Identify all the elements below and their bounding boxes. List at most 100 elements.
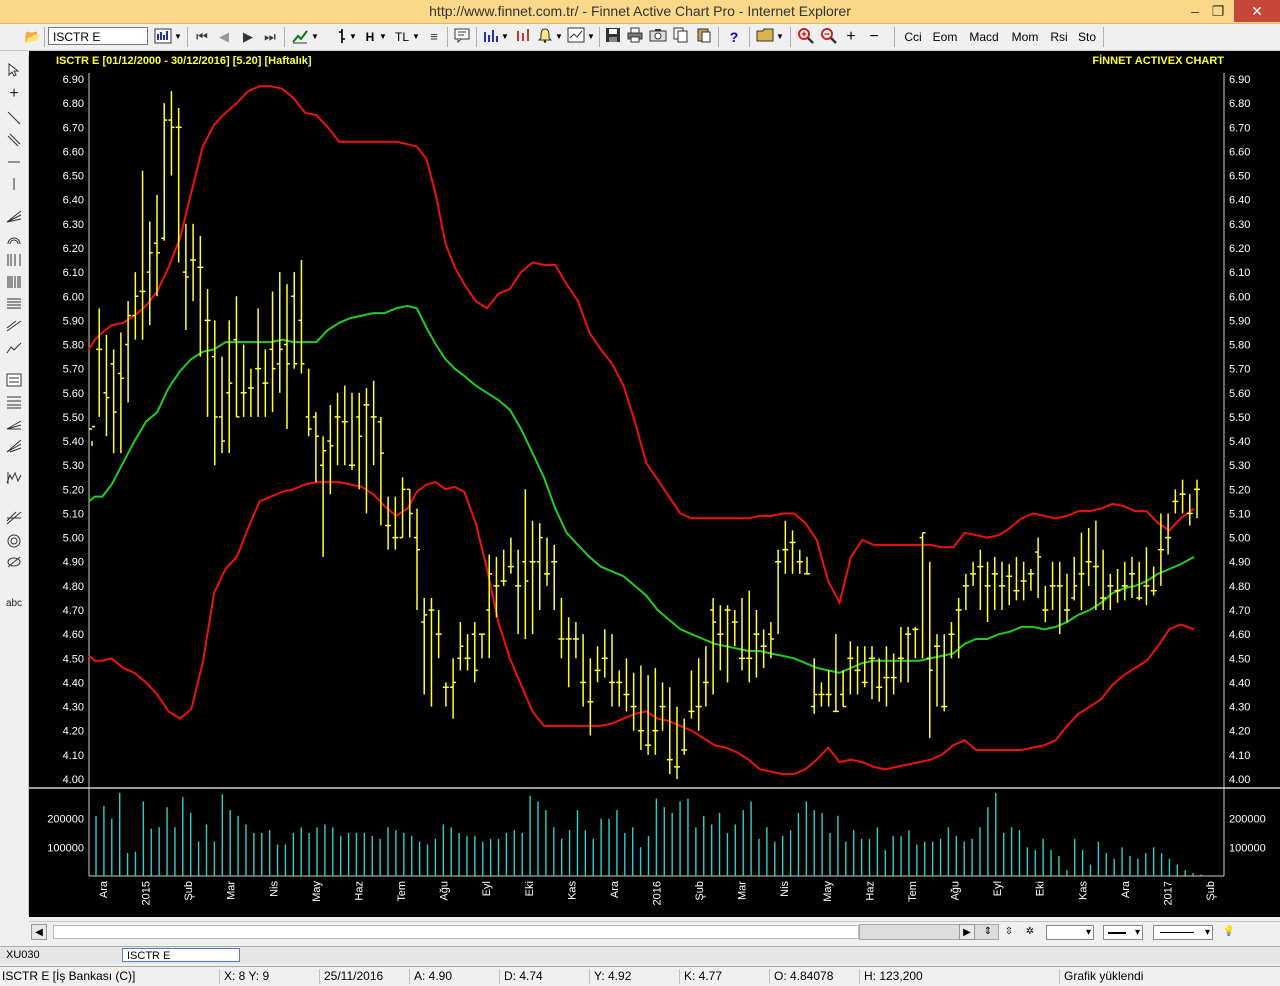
spiral-icon[interactable] — [4, 533, 24, 551]
help-button[interactable]: ? — [725, 27, 743, 47]
folder-icon[interactable] — [755, 27, 775, 47]
print-icon[interactable] — [625, 27, 645, 47]
gann-lines-icon[interactable] — [4, 275, 24, 293]
line-style-select[interactable]: ▾ — [1153, 925, 1213, 940]
ohlc-bar — [175, 107, 182, 263]
chart-area[interactable]: ISCTR E [01/12/2000 - 30/12/2016] [5.20]… — [29, 51, 1280, 917]
cycles-icon[interactable] — [4, 471, 24, 489]
crosshair-icon[interactable]: + — [4, 85, 24, 103]
scroll-track[interactable] — [53, 925, 859, 939]
ohlc-bar — [652, 667, 659, 755]
period-dropdown-icon[interactable]: ▼ — [379, 27, 387, 47]
bar-chart-icon[interactable] — [481, 27, 501, 47]
zigzag-icon[interactable] — [4, 341, 24, 359]
window-chart-icon[interactable] — [566, 27, 586, 47]
period-h-button[interactable]: H — [363, 27, 377, 47]
retracement-icon[interactable] — [4, 297, 24, 315]
eom-button[interactable]: Eom — [930, 27, 960, 47]
trendline-icon[interactable] — [4, 111, 24, 129]
grid-lines-icon[interactable] — [4, 395, 24, 413]
ohlc-bar — [919, 532, 926, 659]
first-icon[interactable]: ⏮ — [192, 27, 212, 47]
ohlc-bar — [883, 646, 890, 707]
bar-chart-dropdown-icon[interactable]: ▼ — [501, 27, 509, 47]
ohlc-bar — [233, 296, 240, 418]
arc-icon[interactable] — [4, 231, 24, 249]
x-tick-label: Tem — [907, 881, 919, 902]
paste-icon[interactable] — [694, 27, 714, 47]
ohlc-bar — [594, 646, 601, 683]
bell-icon[interactable] — [535, 27, 555, 47]
folder-dropdown-icon[interactable]: ▼ — [776, 27, 784, 47]
currency-tl-button[interactable]: TL — [393, 27, 411, 47]
next-icon[interactable]: ▶ — [238, 27, 258, 47]
pointer-icon[interactable] — [4, 62, 24, 81]
ohlc-bar — [276, 272, 283, 393]
price-chart[interactable]: ISCTR E [01/12/2000 - 30/12/2016] [5.20]… — [29, 51, 1280, 917]
status-avg: O: 4.84078 — [772, 969, 860, 984]
prev-icon[interactable]: ◀ — [214, 27, 234, 47]
ellipse-icon[interactable] — [4, 555, 24, 573]
zoom-in-icon[interactable] — [796, 27, 816, 47]
indicator-icon[interactable] — [290, 27, 310, 47]
x-tick-label: Tem — [396, 881, 408, 902]
copy-icon[interactable] — [671, 27, 691, 47]
speed-lines-icon[interactable] — [4, 439, 24, 457]
rsi-button[interactable]: Rsi — [1047, 27, 1071, 47]
comment-icon[interactable] — [452, 27, 472, 47]
fit-icon[interactable]: ⇕ — [980, 924, 996, 940]
window-dropdown-icon[interactable]: ▼ — [587, 27, 595, 47]
scroll-right-button[interactable]: ▶ — [959, 924, 975, 940]
elliott-icon[interactable] — [4, 511, 24, 529]
y-tick-label-left: 6.60 — [63, 146, 84, 158]
chart-type-icon[interactable] — [153, 27, 173, 47]
horizontal-line-icon[interactable] — [4, 155, 24, 173]
ohlc-bar — [312, 412, 319, 483]
regression-icon[interactable] — [4, 319, 24, 337]
candle-dropdown-icon[interactable]: ▼ — [349, 27, 357, 47]
pan-icon[interactable]: ⇳ — [1001, 924, 1017, 940]
ohlc-bar — [681, 718, 688, 755]
time-zones-icon[interactable] — [4, 253, 24, 271]
line-width-select[interactable]: ▾ — [1103, 925, 1143, 940]
chart-type-dropdown-icon[interactable]: ▼ — [174, 27, 182, 47]
open-folder-icon[interactable]: 📂 — [23, 27, 43, 47]
tab-isctr-e[interactable]: ISCTR E — [122, 948, 240, 962]
fan-icon[interactable] — [4, 209, 24, 227]
ohlc-bar — [269, 291, 276, 413]
camera-icon[interactable] — [648, 27, 668, 47]
mom-button[interactable]: Mom — [1008, 27, 1042, 47]
bell-dropdown-icon[interactable]: ▼ — [555, 27, 563, 47]
list-icon[interactable]: ≡ — [424, 27, 444, 47]
scroll-thumb[interactable] — [859, 924, 999, 940]
text-lines-icon[interactable] — [4, 373, 24, 391]
vertical-line-icon[interactable] — [4, 177, 24, 195]
save-icon[interactable] — [603, 27, 623, 47]
channel-icon[interactable] — [4, 133, 24, 151]
minus-icon[interactable]: − — [866, 27, 882, 47]
close-button[interactable]: ✕ — [1234, 0, 1280, 22]
line-color-select[interactable]: ▾ — [1046, 925, 1094, 940]
reset-icon[interactable]: ✲ — [1022, 924, 1038, 940]
chart-scrollbar[interactable]: ◀ ▶ ⇕ ⇳ ✲ ▾ ▾ ▾ 💡 — [29, 921, 1280, 942]
currency-dropdown-icon[interactable]: ▼ — [412, 27, 420, 47]
y-tick-label-left: 5.00 — [63, 533, 84, 545]
zoom-out-icon[interactable] — [819, 27, 839, 47]
plus-icon[interactable]: + — [843, 27, 859, 47]
pitchfork-icon[interactable] — [4, 417, 24, 435]
ohlc-bar — [897, 626, 904, 683]
tab-xu030[interactable]: XU030 — [2, 948, 120, 962]
bars-colored-icon[interactable] — [513, 27, 533, 47]
lightbulb-icon[interactable]: 💡 — [1221, 924, 1237, 940]
macd-button[interactable]: Macd — [965, 27, 1003, 47]
indicator-dropdown-icon[interactable]: ▼ — [311, 27, 319, 47]
last-icon[interactable]: ⏭ — [260, 27, 280, 47]
scroll-left-button[interactable]: ◀ — [31, 924, 47, 940]
ohlc-bar — [399, 477, 406, 539]
maximize-button[interactable]: ❐ — [1201, 0, 1235, 22]
sto-button[interactable]: Sto — [1074, 27, 1100, 47]
x-tick-label: Ağu — [439, 881, 451, 901]
cci-button[interactable]: Cci — [900, 27, 926, 47]
text-tool-icon[interactable]: abc — [4, 595, 24, 613]
symbol-input[interactable]: ISCTR E — [48, 27, 148, 45]
